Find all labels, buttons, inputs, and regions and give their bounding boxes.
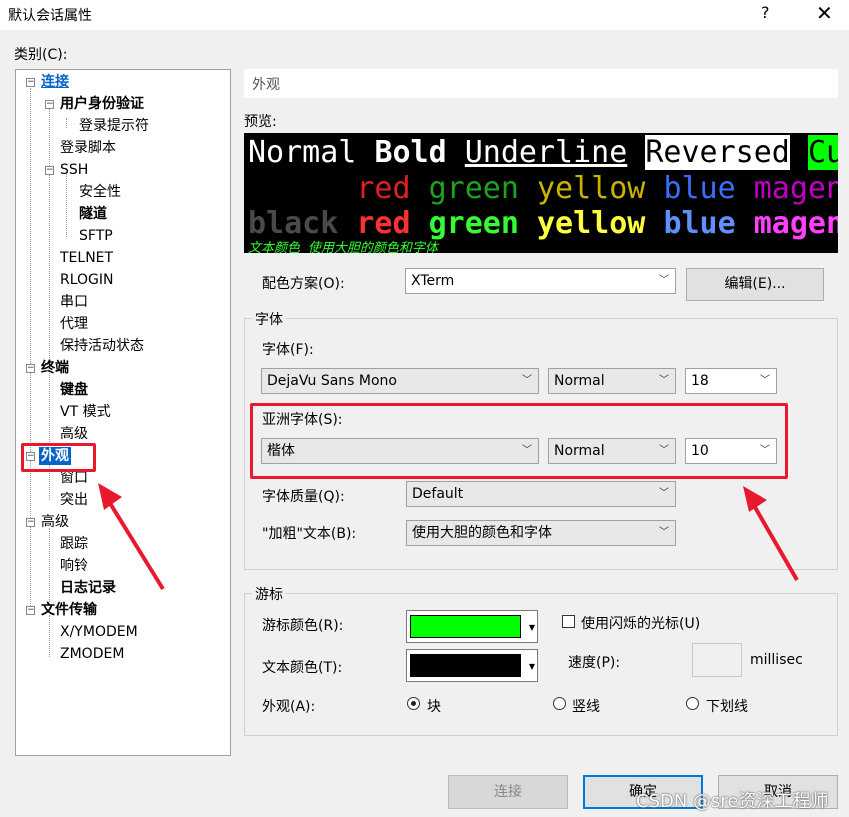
watermark: CSDN @sre资深工程师	[636, 791, 829, 812]
arrow-line-left	[106, 498, 165, 591]
annotation-arrows	[98, 483, 799, 591]
arrow-line-right	[750, 501, 799, 581]
